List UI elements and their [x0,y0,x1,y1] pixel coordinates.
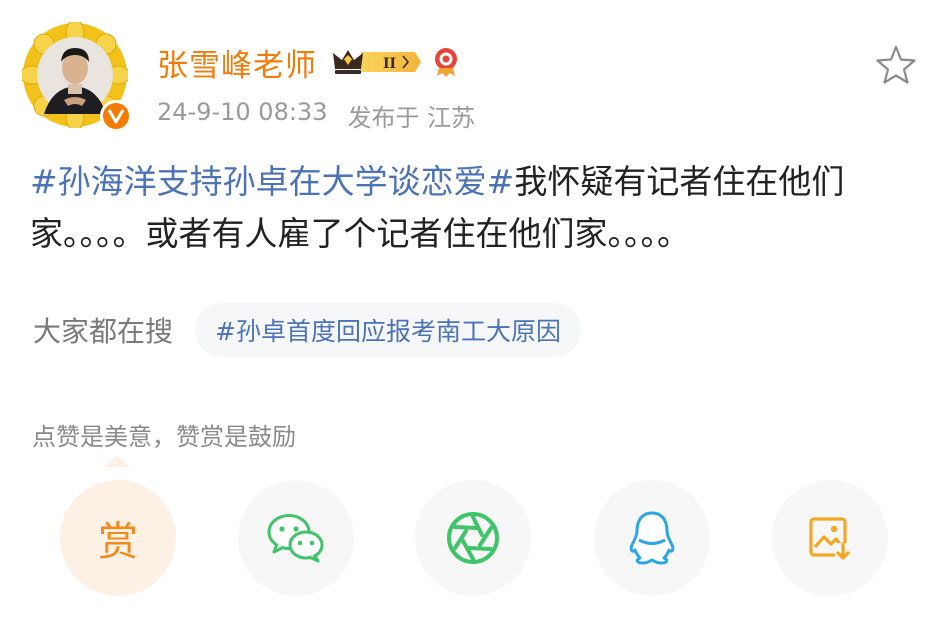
moments-icon [447,512,499,564]
reward-button[interactable]: 赏 [60,480,176,596]
reward-pointer-arrow [104,455,130,467]
share-qq-button[interactable] [594,480,710,596]
vip-level-text: II [383,56,396,72]
share-moments-button[interactable] [415,480,531,596]
star-outline-icon[interactable] [875,44,917,86]
verified-badge [100,100,132,132]
post-location: 发布于 江苏 [347,104,476,132]
post-body: #孙海洋支持孙卓在大学谈恋爱#我怀疑有记者住在他们家。。。。或者有人雇了个记者住… [30,156,920,260]
save-image-button[interactable] [772,480,888,596]
flame-badge-icon[interactable] [431,46,461,78]
post-hashtag-link[interactable]: #孙海洋支持孙卓在大学谈恋爱# [30,162,514,201]
save-image-icon [809,517,851,561]
username[interactable]: 张雪峰老师 [157,40,317,85]
trending-search-row: 大家都在搜 #孙卓首度回应报考南工大原因 [33,302,581,358]
author-row: 张雪峰老师 II [157,40,461,84]
reward-icon: 赏 [98,519,138,565]
wechat-icon [267,514,324,563]
post-meta: 24-9-10 08:33 发布于 江苏 [157,98,475,133]
reward-prompt: 点赞是美意，赞赏是鼓励 [32,423,296,451]
share-wechat-button[interactable] [238,480,354,596]
trending-chip[interactable]: #孙卓首度回应报考南工大原因 [195,303,581,357]
trending-label: 大家都在搜 [33,315,174,348]
crown-vip-icon[interactable]: II [331,47,423,77]
post-timestamp: 24-9-10 08:33 [157,98,328,126]
author-avatar[interactable] [22,22,132,132]
qq-icon [629,511,675,565]
verified-v-icon [107,109,125,124]
